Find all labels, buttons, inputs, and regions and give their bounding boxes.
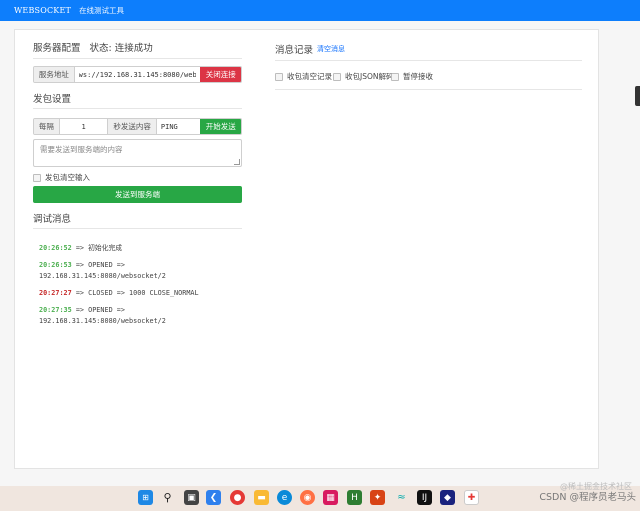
log-timestamp: 20:27:35	[39, 306, 72, 314]
app-brand: WEBSOCKET	[14, 6, 72, 15]
interval-input[interactable]	[59, 119, 108, 134]
log-timestamp: 20:26:53	[39, 261, 72, 269]
watermark-top: @稀土掘金技术社区	[560, 482, 632, 491]
app-icon[interactable]: ▦	[323, 490, 338, 505]
divider	[33, 108, 242, 109]
watermark-bottom: CSDN @程序员老马头	[539, 492, 636, 503]
start-icon[interactable]: ⊞	[138, 490, 153, 505]
checkbox-icon[interactable]	[33, 173, 41, 182]
message-textarea[interactable]: 需要发送到服务端的内容	[33, 139, 242, 167]
disconnect-button[interactable]: 关闭连接	[200, 67, 241, 82]
debug-messages-title: 调试消息	[33, 214, 72, 225]
checkbox-icon[interactable]	[391, 72, 399, 81]
app-subtitle: 在线测试工具	[79, 6, 125, 15]
option-json-decode[interactable]: 收包JSON解码	[333, 71, 394, 82]
clear-after-send-option[interactable]: 发包清空输入	[33, 172, 90, 183]
app-icon[interactable]: ◆	[440, 490, 455, 505]
log-entry: 20:26:53 => OPENED => 192.168.31.145:808…	[39, 260, 249, 282]
server-address-label: 服务地址	[34, 67, 75, 82]
content-label: 秒发送内容	[107, 119, 157, 134]
log-entry: 20:26:52 => 初始化完成	[39, 243, 249, 254]
option-label: 收包JSON解码	[345, 72, 394, 81]
resize-handle-icon[interactable]	[234, 159, 240, 165]
server-config-heading: 服务器配置 状态: 连接成功	[33, 40, 153, 54]
send-settings-title: 发包设置	[33, 94, 72, 105]
interval-send-group: 每隔 秒发送内容 开始发送	[33, 118, 242, 135]
clear-messages-link[interactable]: 清空消息	[317, 44, 345, 54]
checkbox-icon[interactable]	[333, 72, 341, 81]
log-timestamp: 20:26:52	[39, 244, 72, 252]
start-sending-button[interactable]: 开始发送	[200, 119, 241, 134]
send-to-server-button[interactable]: 发送到服务端	[33, 186, 242, 203]
debug-log: 20:26:52 => 初始化完成 20:26:53 => OPENED => …	[39, 243, 249, 333]
option-pause-receive[interactable]: 暂停接收	[391, 71, 433, 82]
edge-icon[interactable]: e	[277, 490, 292, 505]
app-icon[interactable]: ≈	[394, 490, 409, 505]
divider	[33, 58, 242, 59]
clear-after-send-label: 发包清空输入	[45, 173, 90, 182]
log-text: => 初始化完成	[75, 244, 123, 252]
app-header: WEBSOCKET 在线测试工具	[0, 0, 640, 21]
divider	[275, 60, 582, 61]
divider	[33, 228, 242, 229]
log-timestamp: 20:27:27	[39, 289, 72, 297]
checkbox-icon[interactable]	[275, 72, 283, 81]
log-text: => CLOSED => 1000 CLOSE_NORMAL	[75, 289, 199, 297]
log-entry: 20:27:27 => CLOSED => 1000 CLOSE_NORMAL	[39, 288, 249, 299]
option-label: 暂停接收	[403, 72, 433, 81]
task-view-icon[interactable]: ▣	[184, 490, 199, 505]
divider	[275, 89, 582, 90]
wechat-icon[interactable]: H	[347, 490, 362, 505]
ping-content-input[interactable]	[156, 119, 201, 134]
file-explorer-icon[interactable]: ▬	[254, 490, 269, 505]
server-config-title: 服务器配置	[33, 43, 81, 54]
chrome-icon[interactable]: ●	[230, 490, 245, 505]
search-icon[interactable]: ⚲	[160, 490, 175, 505]
every-label: 每隔	[34, 119, 60, 134]
vscode-icon[interactable]: ❮	[206, 490, 221, 505]
option-label: 收包清空记录	[287, 72, 332, 81]
server-address-input[interactable]	[74, 67, 201, 82]
intellij-icon[interactable]: IJ	[417, 490, 432, 505]
page-background: 服务器配置 状态: 连接成功 服务地址 关闭连接 发包设置 每隔 秒发送内容 开…	[0, 21, 640, 486]
side-scroll-tab[interactable]	[635, 86, 640, 106]
tool-icon[interactable]: ✦	[370, 490, 385, 505]
message-placeholder: 需要发送到服务端的内容	[40, 145, 123, 154]
active-app-icon[interactable]: ✚	[464, 490, 479, 505]
log-entry: 20:27:35 => OPENED => 192.168.31.145:808…	[39, 305, 249, 327]
connection-status: 状态: 连接成功	[89, 43, 153, 54]
option-clear-on-receive[interactable]: 收包清空记录	[275, 71, 332, 82]
server-address-group: 服务地址 关闭连接	[33, 66, 242, 83]
watermark: @稀土掘金技术社区 CSDN @程序员老马头	[539, 482, 636, 503]
message-log-title: 消息记录	[275, 45, 314, 56]
firefox-icon[interactable]: ◉	[300, 490, 315, 505]
